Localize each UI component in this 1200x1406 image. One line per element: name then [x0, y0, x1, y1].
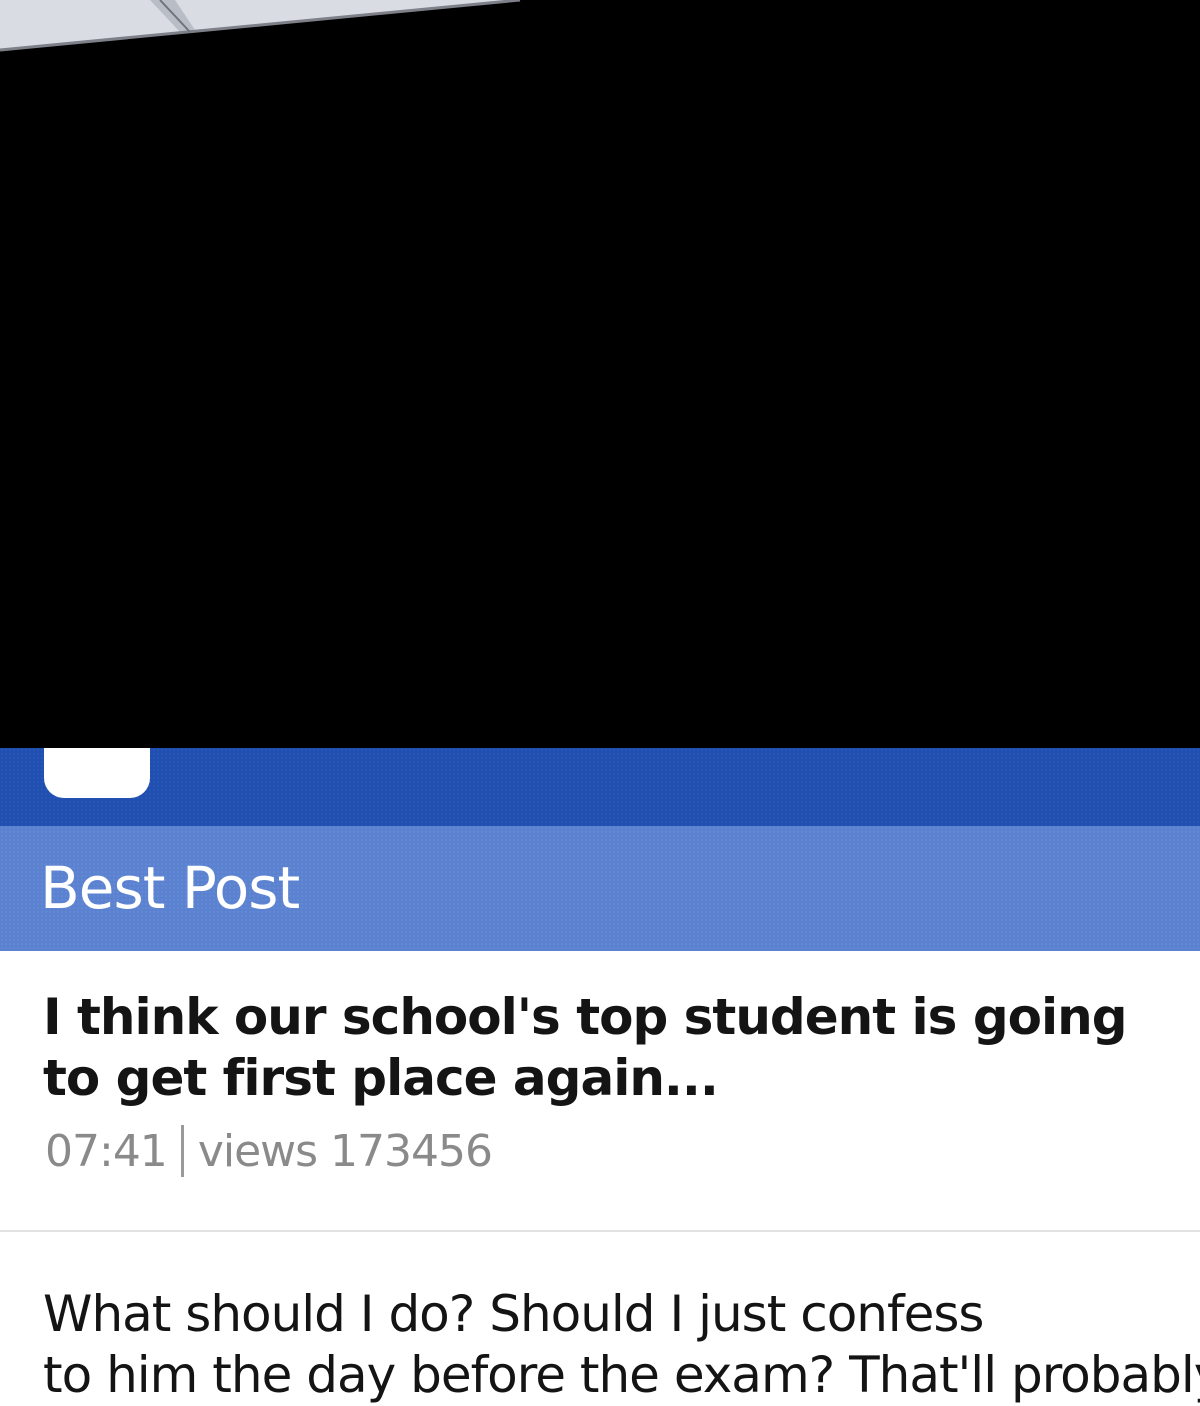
post-title[interactable]: I think our school's top student is goin…	[43, 987, 1163, 1109]
post-title-line: I think our school's top student is goin…	[43, 988, 1128, 1046]
meta-divider	[180, 1125, 184, 1177]
desk-edge-drawing	[0, 0, 521, 52]
post-meta: 07:41 views 173456	[45, 1125, 493, 1177]
post-item[interactable]: What should I do? Should I just confess …	[0, 1232, 1200, 1406]
post-title-line: to get first place again...	[43, 1049, 719, 1107]
section-header: Best Post	[0, 826, 1200, 951]
active-tab-indicator[interactable]	[44, 748, 150, 798]
post-body: What should I do? Should I just confess …	[43, 1284, 1200, 1406]
section-title: Best Post	[40, 854, 300, 922]
black-panel	[0, 55, 1200, 748]
post-time: 07:41	[45, 1125, 168, 1177]
app-header-band	[0, 748, 1200, 826]
post-body-line: What should I do? Should I just confess	[43, 1285, 984, 1343]
post-item[interactable]: I think our school's top student is goin…	[0, 951, 1200, 1232]
post-views: views 173456	[197, 1125, 493, 1177]
top-illustration	[0, 0, 1200, 60]
post-body-line: to him the day before the exam? That'll …	[43, 1346, 1200, 1404]
